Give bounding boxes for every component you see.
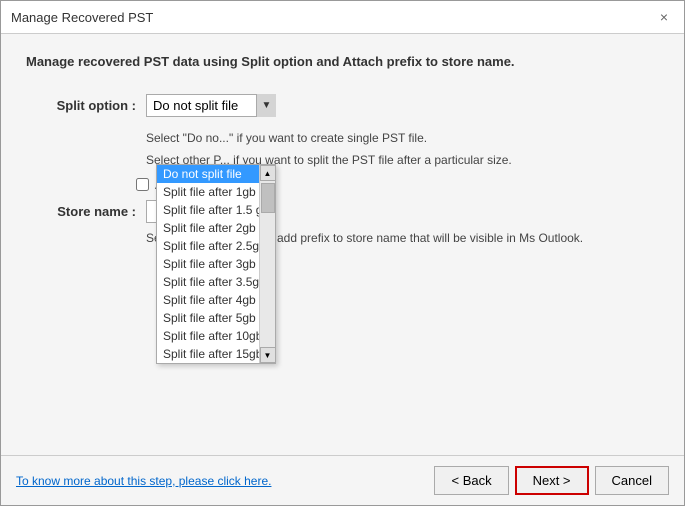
dropdown-item-10[interactable]: Split file after 15gb <box>157 345 259 363</box>
dropdown-item-8[interactable]: Split file after 5gb <box>157 309 259 327</box>
split-option-row: Split option : ▼ <box>26 94 659 117</box>
header-description: Manage recovered PST data using Split op… <box>26 54 659 69</box>
dropdown-list[interactable]: Do not split file Split file after 1gb S… <box>157 165 259 363</box>
dialog-title: Manage Recovered PST <box>11 10 153 25</box>
manage-recovered-pst-dialog: Manage Recovered PST × Manage recovered … <box>0 0 685 506</box>
title-bar: Manage Recovered PST × <box>1 1 684 34</box>
split-option-input[interactable] <box>146 94 276 117</box>
back-button[interactable]: < Back <box>434 466 508 495</box>
attach-prefix-checkbox[interactable] <box>136 178 149 191</box>
split-desc-do-not: Select "Do no..." if you want to create … <box>146 129 659 147</box>
close-button[interactable]: × <box>654 7 674 27</box>
dropdown-item-4[interactable]: Split file after 2.5gb <box>157 237 259 255</box>
footer-buttons: < Back Next > Cancel <box>434 466 669 495</box>
split-select-container[interactable]: ▼ <box>146 94 276 117</box>
scroll-up-arrow[interactable]: ▲ <box>260 165 276 181</box>
dropdown-item-1[interactable]: Split file after 1gb <box>157 183 259 201</box>
dropdown-item-3[interactable]: Split file after 2gb <box>157 219 259 237</box>
dialog-content: Manage recovered PST data using Split op… <box>1 34 684 455</box>
store-name-row: Store name : <box>26 200 659 223</box>
footer: To know more about this step, please cli… <box>1 455 684 505</box>
scroll-down-arrow[interactable]: ▼ <box>260 347 276 363</box>
footer-link[interactable]: To know more about this step, please cli… <box>16 474 271 488</box>
store-name-label: Store name : <box>26 204 136 219</box>
attach-prefix-row: Attach prefix t... <box>26 177 659 192</box>
dropdown-item-5[interactable]: Split file after 3gb <box>157 255 259 273</box>
dropdown-item-6[interactable]: Split file after 3.5gb <box>157 273 259 291</box>
cancel-button[interactable]: Cancel <box>595 466 669 495</box>
dropdown-scrollbar: ▲ ▼ <box>259 165 275 363</box>
next-button[interactable]: Next > <box>515 466 589 495</box>
dropdown-item-2[interactable]: Split file after 1.5 gb <box>157 201 259 219</box>
dropdown-item-0[interactable]: Do not split file <box>157 165 259 183</box>
scroll-thumb[interactable] <box>261 183 275 213</box>
dropdown-item-9[interactable]: Split file after 10gb <box>157 327 259 345</box>
split-option-label: Split option : <box>26 98 136 113</box>
scroll-track <box>260 181 275 347</box>
split-dropdown-overlay: Do not split file Split file after 1gb S… <box>156 164 276 364</box>
dropdown-item-7[interactable]: Split file after 4gb <box>157 291 259 309</box>
